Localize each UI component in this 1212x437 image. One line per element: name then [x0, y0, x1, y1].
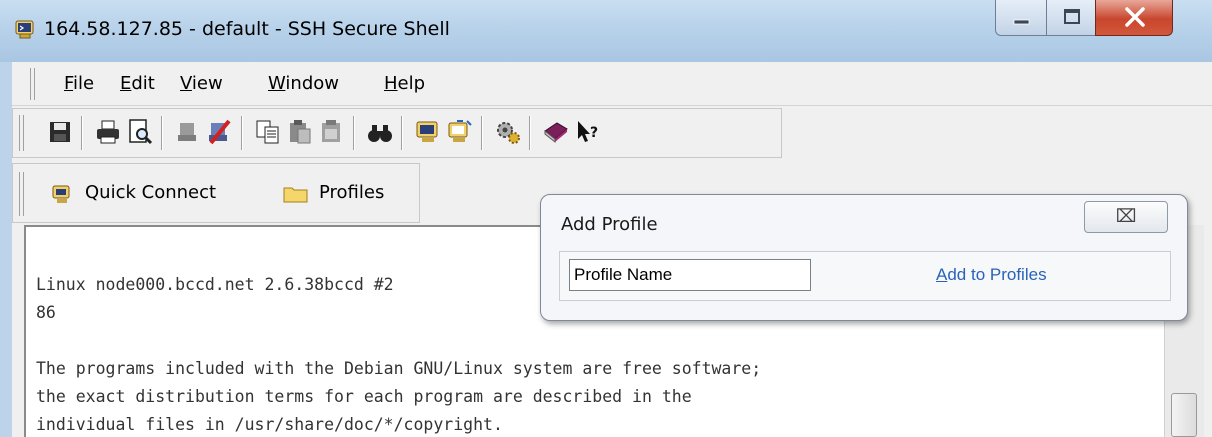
quick-connect-icon: [52, 185, 70, 203]
window-frame: [0, 62, 12, 437]
ssh-terminal-icon: [15, 20, 34, 39]
profiles-button[interactable]: Profiles: [279, 176, 407, 208]
profiles-label: Profiles: [319, 182, 385, 203]
window-title: 164.58.127.85 - default - SSH Secure She…: [44, 18, 450, 40]
toolbar-separator: [241, 116, 243, 150]
close-x-icon: [1125, 7, 1145, 27]
close-button[interactable]: [1095, 0, 1173, 36]
copy-icon[interactable]: [253, 117, 283, 147]
menu-bar: File Edit View Window Help: [12, 62, 1212, 106]
terminal-line: the exact distribution terms for each pr…: [36, 387, 692, 406]
paste-disabled-icon[interactable]: [317, 117, 347, 147]
toolbar-separator: [401, 116, 403, 150]
popup-close-button[interactable]: ⌧: [1084, 201, 1168, 233]
terminal-line: The programs included with the Debian GN…: [36, 359, 762, 378]
terminal-line: individual files in /usr/share/doc/*/cop…: [36, 415, 503, 434]
quick-connect-label: Quick Connect: [85, 182, 217, 203]
toolbar-separator: [481, 116, 483, 150]
menu-view[interactable]: View: [180, 73, 223, 94]
disconnect-red-icon[interactable]: [205, 117, 235, 147]
toolbar-grip[interactable]: [19, 115, 24, 151]
svg-text:?: ?: [590, 125, 598, 141]
terminal-line: Linux node000.bccd.net 2.6.38bccd #2: [36, 275, 394, 294]
menubar-grip[interactable]: [30, 68, 35, 100]
save-icon[interactable]: [45, 117, 75, 147]
whats-this-icon[interactable]: ?: [573, 117, 603, 147]
print-icon[interactable]: [93, 117, 123, 147]
toolbar-separator: [161, 116, 163, 150]
quick-connect-button[interactable]: Quick Connect: [45, 176, 265, 208]
new-file-transfer-icon[interactable]: [445, 117, 475, 147]
toolbar-separator: [529, 116, 531, 150]
minimize-button[interactable]: [995, 0, 1047, 36]
quickbar-grip[interactable]: [19, 172, 24, 216]
menu-help[interactable]: Help: [384, 73, 425, 94]
print-preview-icon[interactable]: [125, 117, 155, 147]
menu-file[interactable]: File: [64, 73, 94, 94]
toolbar-separator: [81, 116, 83, 150]
new-terminal-icon[interactable]: [413, 117, 443, 147]
paste-icon[interactable]: [285, 117, 315, 147]
profile-name-input[interactable]: [569, 259, 811, 291]
settings-icon[interactable]: [493, 117, 523, 147]
minimize-icon: [1013, 19, 1030, 25]
title-bar[interactable]: 164.58.127.85 - default - SSH Secure She…: [0, 0, 1212, 62]
quick-connect-bar: Quick Connect Profiles: [12, 163, 420, 223]
add-to-profiles-link[interactable]: Add to Profiles: [936, 265, 1047, 285]
menu-window[interactable]: Window: [268, 73, 339, 94]
close-box-icon: ⌧: [1115, 206, 1137, 227]
disconnect-icon[interactable]: [173, 117, 203, 147]
maximize-button[interactable]: [1046, 0, 1096, 36]
popup-body: Add to Profiles: [559, 251, 1171, 301]
maximize-icon: [1064, 9, 1080, 24]
toolbar: ?: [12, 108, 782, 158]
window-controls: [995, 0, 1173, 38]
scrollbar-thumb[interactable]: [1171, 393, 1197, 437]
toolbar-separator: [353, 116, 355, 150]
terminal-line: 86: [36, 303, 56, 322]
help-book-icon[interactable]: [541, 117, 571, 147]
popup-title: Add Profile: [561, 214, 658, 235]
add-profile-popup: Add Profile ⌧ Add to Profiles: [540, 194, 1188, 321]
folder-icon: [283, 187, 308, 203]
menu-edit[interactable]: Edit: [120, 73, 155, 94]
find-icon[interactable]: [365, 117, 395, 147]
